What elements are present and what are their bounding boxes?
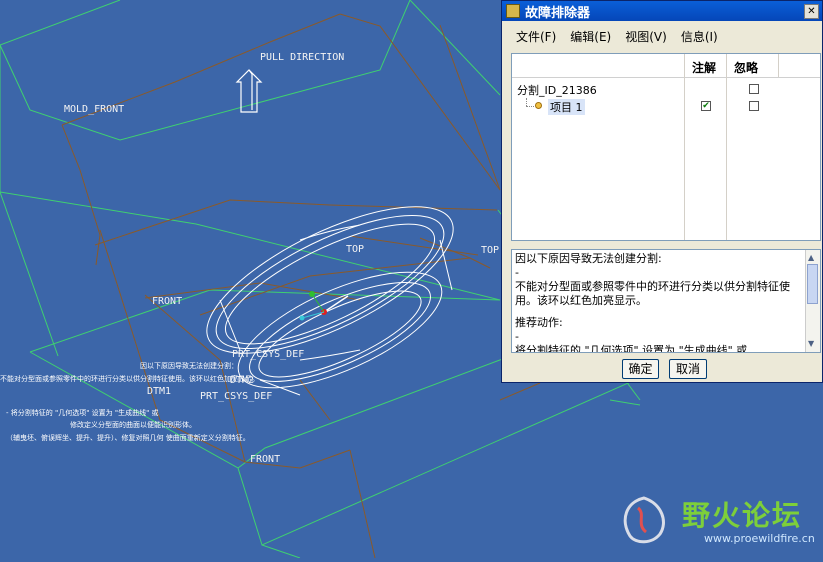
- tree-row-item[interactable]: 项目 1 ✔: [512, 98, 820, 115]
- front-label-upper: FRONT: [152, 296, 182, 307]
- wildfire-logo-icon: [623, 496, 665, 544]
- message-action-title: 推荐动作:: [515, 316, 563, 329]
- ok-button[interactable]: 确定: [622, 359, 659, 379]
- mold-front-label: MOLD_FRONT: [64, 104, 124, 115]
- top-label-right: TOP: [481, 245, 499, 256]
- dialog-titlebar[interactable]: 故障排除器 ✕: [502, 1, 822, 21]
- menu-edit[interactable]: 编辑(E): [570, 28, 611, 45]
- troubleshooter-icon: [506, 4, 520, 18]
- dialog-title: 故障排除器: [525, 5, 591, 21]
- column-note[interactable]: 注解: [692, 59, 716, 76]
- item-note-checkbox[interactable]: ✔: [701, 101, 711, 111]
- message-scrollbar[interactable]: ▲ ▼: [805, 250, 820, 352]
- watermark: 野火论坛 www.proewildfire.cn: [612, 490, 823, 558]
- scroll-thumb[interactable]: [807, 264, 818, 304]
- overlay-line-1: 因以下原因导致无法创建分割：: [140, 361, 238, 370]
- item-ignore-checkbox[interactable]: [749, 101, 759, 111]
- front-label-lower: FRONT: [250, 454, 280, 465]
- message-body: 不能对分型面或参照零件中的环进行分类以供分割特征使用。该环以红色加亮显示。: [515, 280, 790, 307]
- tree-header: 注解 忽略: [512, 54, 820, 78]
- item-status-icon: [535, 102, 542, 109]
- menu-view[interactable]: 视图(V): [625, 28, 667, 45]
- root-ignore-checkbox[interactable]: [749, 84, 759, 94]
- scroll-up-icon[interactable]: ▲: [808, 251, 814, 265]
- menu-info[interactable]: 信息(I): [681, 28, 718, 45]
- overlay-line-4: 修改定义分型面的曲面以便能识别形体。: [70, 420, 196, 429]
- watermark-brand: 野火论坛: [682, 499, 803, 532]
- cancel-button[interactable]: 取消: [669, 359, 707, 379]
- message-text: 因以下原因导致无法创建分割: - 不能对分型面或参照零件中的环进行分类以供分割特…: [515, 252, 805, 353]
- watermark-url: www.proewildfire.cn: [704, 532, 815, 545]
- scroll-down-icon[interactable]: ▼: [808, 337, 814, 351]
- dtm-label: DTM1: [147, 386, 171, 397]
- datum-planes: [61, 13, 541, 559]
- menu-bar: 文件(F) 编辑(E) 视图(V) 信息(I): [502, 21, 822, 51]
- overlay-line-5: （辅曳坯、俯误辉坐、提升、提升）、修复对照几何 使曲面重新定义分割特征。: [6, 433, 250, 442]
- menu-file[interactable]: 文件(F): [516, 28, 556, 45]
- tree-row-root[interactable]: 分割_ID_21386: [512, 81, 820, 98]
- message-line-1: 因以下原因导致无法创建分割:: [515, 252, 662, 265]
- troubleshooter-dialog[interactable]: 故障排除器 ✕ 文件(F) 编辑(E) 视图(V) 信息(I) 注解 忽略 分割…: [501, 0, 823, 383]
- tree-root-label[interactable]: 分割_ID_21386: [517, 82, 597, 98]
- csys-label-1: PRT_CSYS_DEF: [232, 349, 304, 360]
- overlay-line-3: - 将分割特征的 "几何选项" 设置为 "生成曲线" 或: [6, 408, 159, 417]
- top-label-mid: TOP: [346, 244, 364, 255]
- tree-item-label[interactable]: 项目 1: [548, 99, 585, 115]
- column-ignore[interactable]: 忽略: [734, 59, 758, 76]
- close-button[interactable]: ✕: [804, 3, 819, 19]
- overlay-line-2: 不能对分型面或参照零件中的环进行分类以供分割特征使用。该环以红色加亮显示。: [0, 374, 259, 383]
- message-action: 将分割特征的 "几何选项" 设置为 "生成曲线" 或: [515, 344, 748, 353]
- csys-label-2: PRT_CSYS_DEF: [200, 391, 272, 402]
- pull-direction-label: PULL DIRECTION: [260, 52, 344, 63]
- message-dash-1: -: [515, 266, 519, 279]
- troubleshooter-tree[interactable]: 注解 忽略 分割_ID_21386 项目 1 ✔: [511, 53, 821, 241]
- message-dash-2: -: [515, 330, 519, 343]
- message-area[interactable]: 因以下原因导致无法创建分割: - 不能对分型面或参照零件中的环进行分类以供分割特…: [511, 249, 821, 353]
